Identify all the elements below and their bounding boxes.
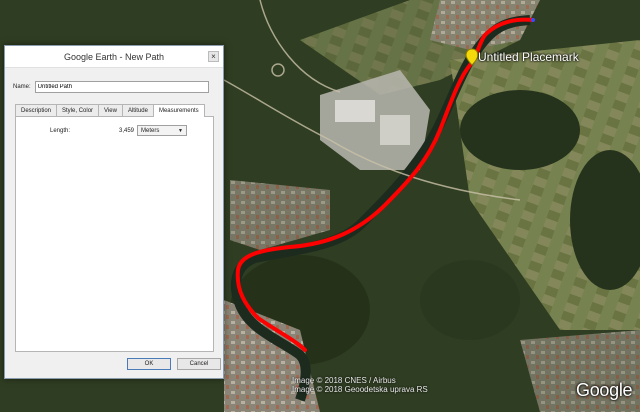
google-logo: Google [576, 380, 633, 400]
copyright-line: Image © 2018 Geoodetska uprava RS [292, 385, 428, 394]
length-row: Length: 3,459 Meters ▼ [50, 125, 187, 136]
dialog-titlebar[interactable]: Google Earth - New Path × [5, 46, 223, 68]
ok-button[interactable]: OK [127, 358, 171, 370]
length-label: Length: [50, 127, 71, 134]
name-input[interactable] [34, 81, 209, 93]
tab-view[interactable]: View [98, 104, 123, 116]
chevron-down-icon: ▼ [178, 128, 183, 134]
length-value: 3,459 [118, 127, 134, 134]
measurements-panel: Length: 3,459 Meters ▼ [15, 116, 214, 352]
map-copyright: Image © 2018 CNES / Airbus Image © 2018 … [292, 376, 428, 394]
dialog-title: Google Earth - New Path [63, 51, 165, 62]
cancel-button[interactable]: Cancel [177, 358, 221, 370]
tab-altitude[interactable]: Altitude [121, 104, 154, 116]
unit-select[interactable]: Meters ▼ [137, 125, 187, 136]
name-label: Name: [13, 84, 31, 90]
tab-measurements[interactable]: Measurements [152, 104, 205, 117]
copyright-line: Image © 2018 CNES / Airbus [292, 376, 396, 385]
close-icon[interactable]: × [208, 51, 219, 62]
tab-style-color[interactable]: Style, Color [56, 104, 100, 116]
unit-selected-value: Meters [141, 128, 160, 134]
placemark-pin-icon[interactable] [465, 48, 479, 66]
placemark-label[interactable]: Untitled Placemark [478, 50, 579, 64]
new-path-dialog: Google Earth - New Path × Name: Descript… [4, 45, 224, 379]
name-row: Name: [13, 81, 209, 93]
tab-description[interactable]: Description [15, 104, 58, 116]
